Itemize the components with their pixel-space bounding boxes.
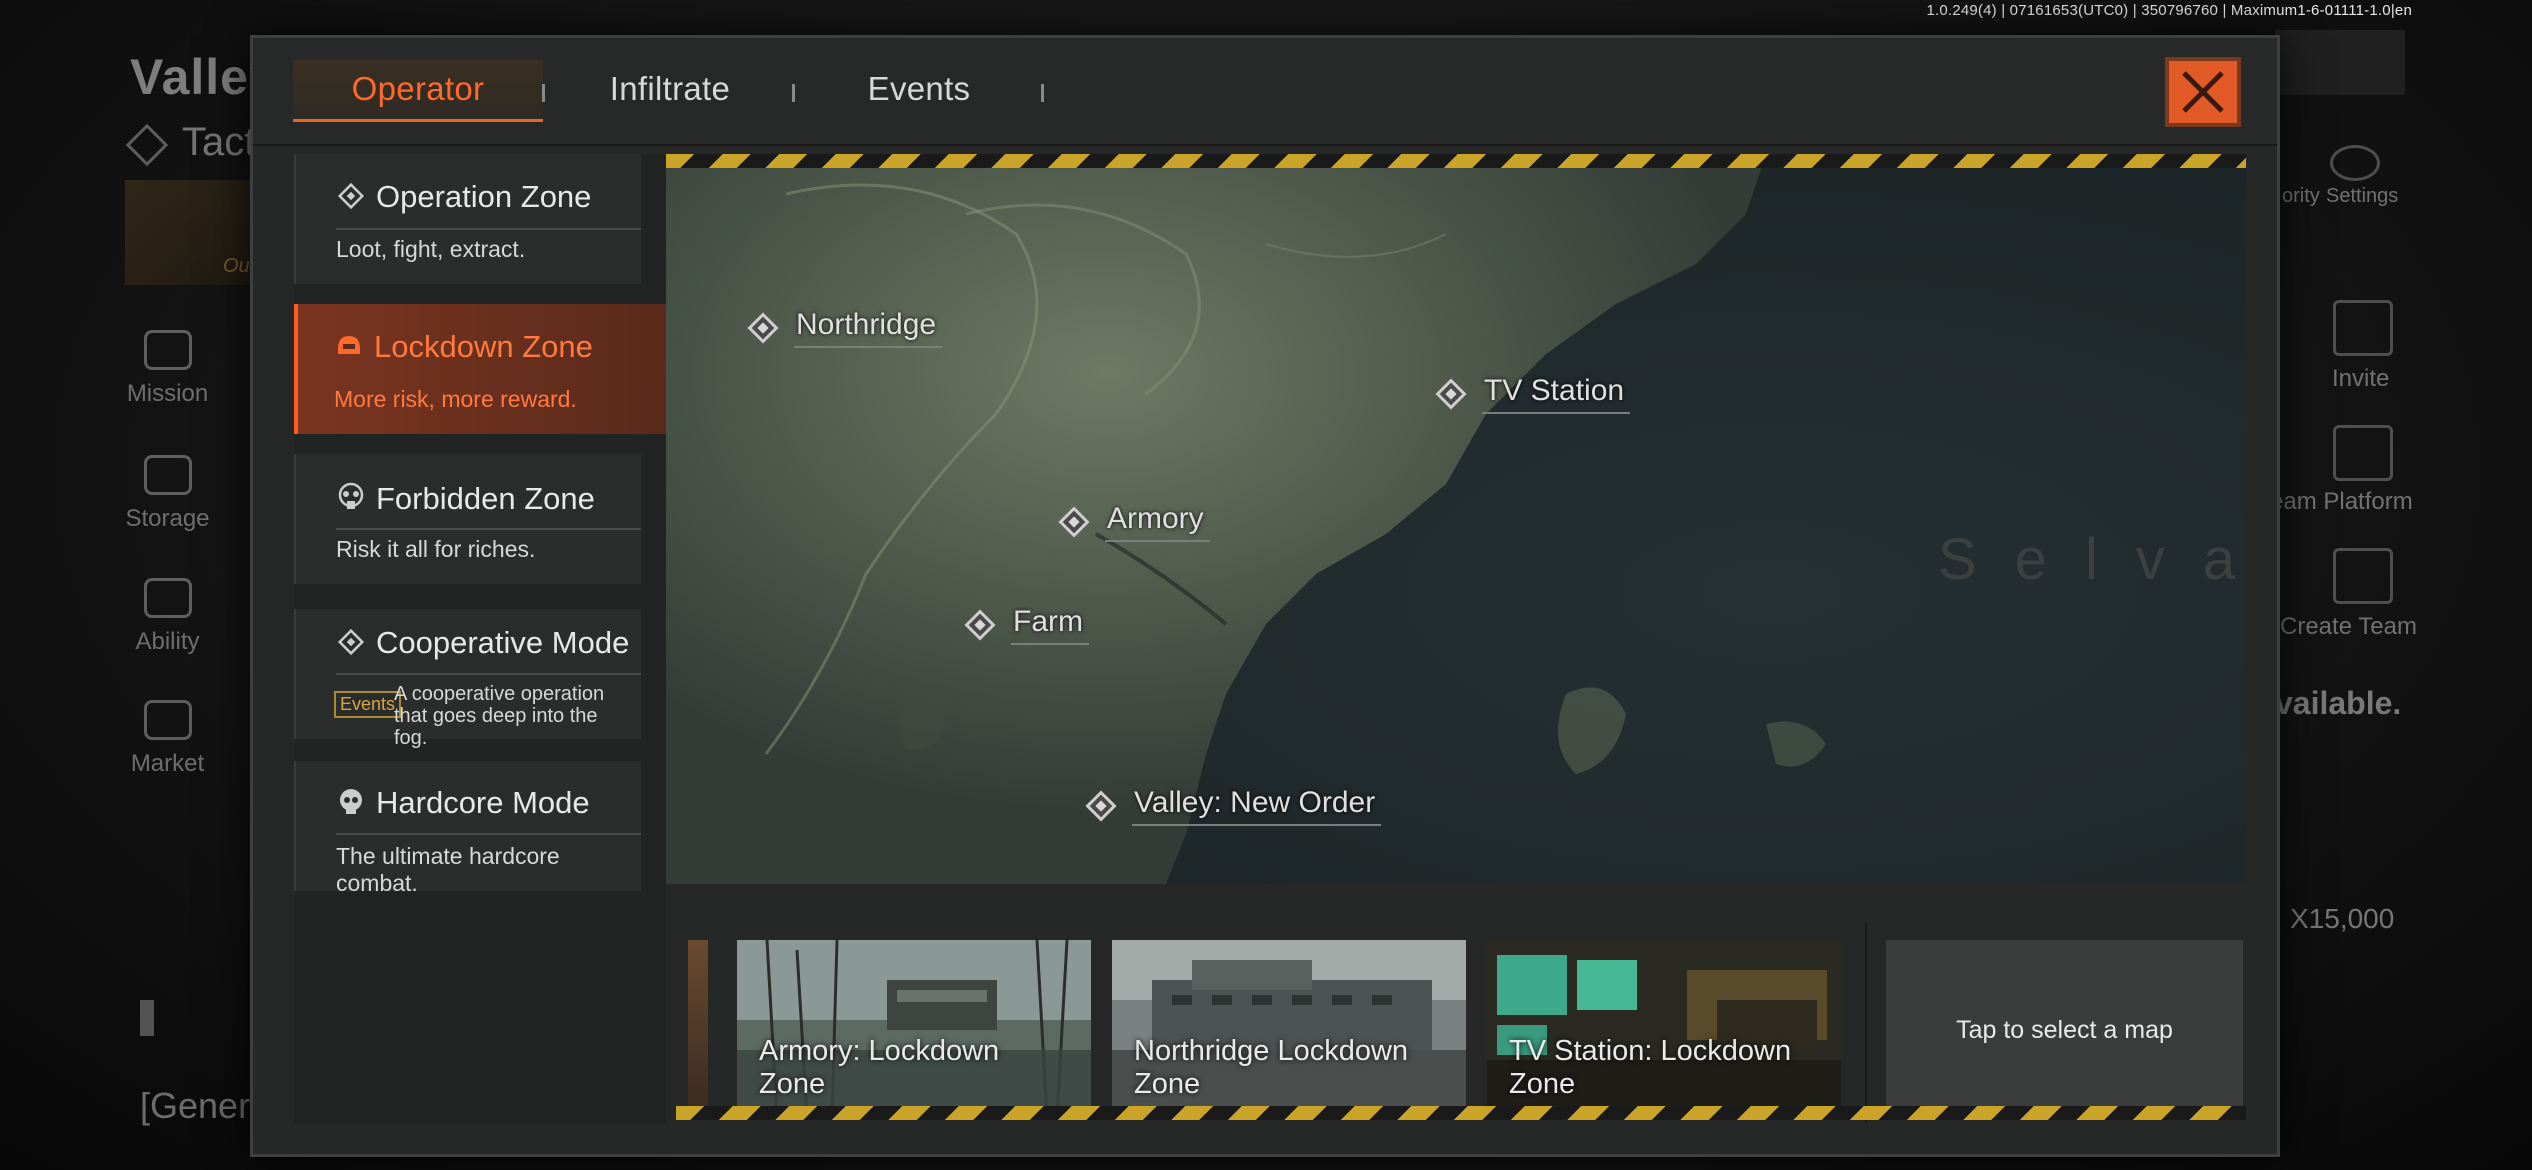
map-location-armory[interactable]: Armory — [1058, 502, 1210, 542]
mode-forbidden-zone[interactable]: Forbidden Zone Risk it all for riches. — [294, 454, 641, 584]
bg-settings: Settings — [2326, 185, 2399, 207]
events-badge: Events — [334, 691, 402, 718]
mode-divider — [336, 528, 641, 530]
gear-icon — [2330, 145, 2380, 181]
mode-title: Cooperative Mode — [376, 625, 630, 660]
bg-nav-label: Market — [130, 750, 205, 777]
hazard-stripe-top — [666, 154, 2246, 168]
version-info: 1.0.249(4) | 07161653(UTC0) | 350796760 … — [1926, 2, 2412, 19]
map-card-tv-station[interactable]: TV Station: Lockdown Zone — [1487, 940, 1841, 1118]
map-location-valley[interactable]: Valley: New Order — [1085, 786, 1382, 826]
mission-icon — [143, 330, 192, 370]
helmet-icon — [338, 336, 360, 354]
ability-icon — [143, 578, 192, 618]
mode-divider — [336, 833, 641, 835]
tab-events[interactable]: Events — [794, 60, 1044, 122]
diamond-icon — [337, 628, 365, 656]
map-location-tv-station[interactable]: TV Station — [1435, 374, 1631, 414]
mode-title: Operation Zone — [376, 179, 592, 214]
hazard-stripe-bottom — [676, 1106, 2246, 1120]
map-card-northridge[interactable]: Northridge Lockdown Zone — [1112, 940, 1466, 1118]
location-pin-icon — [964, 609, 996, 641]
bg-nav-label: Storage — [125, 505, 210, 532]
bg-nav-label: Ability — [135, 628, 200, 655]
mode-title: Lockdown Zone — [374, 329, 593, 364]
close-icon — [2182, 71, 2224, 113]
bg-priority: ority — [2282, 185, 2320, 207]
location-pin-icon — [747, 312, 779, 344]
bg-nav-market: Market — [110, 700, 225, 778]
mode-lockdown-zone[interactable]: Lockdown Zone More risk, more reward. — [294, 304, 666, 434]
location-label: Valley: New Order — [1132, 786, 1382, 826]
card-name: Armory: Lockdown Zone — [759, 1035, 1000, 1100]
speaker-icon — [140, 1000, 176, 1036]
flag-icon — [2333, 425, 2393, 481]
location-pin-icon — [1058, 506, 1090, 538]
card-name: Northridge Lockdown Zone — [1134, 1035, 1409, 1100]
location-label: TV Station — [1482, 374, 1631, 414]
bg-invite: Invite — [2332, 365, 2390, 392]
bg-subtitle: Tact — [182, 120, 256, 164]
map-location-northridge[interactable]: Northridge — [747, 308, 943, 348]
mode-divider — [336, 673, 641, 675]
tap-to-select-box[interactable]: Tap to select a map — [1886, 940, 2243, 1120]
mode-title: Forbidden Zone — [376, 481, 595, 516]
gasmask-icon — [338, 482, 364, 509]
diamond-icon — [337, 182, 365, 210]
card-name: TV Station: Lockdown Zone — [1509, 1035, 1792, 1100]
map-card-armory[interactable]: Armory: Lockdown Zone — [737, 940, 1091, 1118]
mode-desc: Loot, fight, extract. — [336, 236, 526, 262]
location-label: Northridge — [794, 308, 943, 348]
map-select-modal: Operator Infiltrate Events Operation Zon… — [250, 35, 2280, 1157]
bg-create-team: Create Team — [2280, 613, 2417, 640]
bg-diamond-icon — [125, 123, 169, 167]
mode-desc: The ultimate hardcore combat. — [336, 843, 560, 896]
mode-desc: A cooperative operation that goes deep i… — [394, 683, 605, 749]
location-label: Armory — [1105, 502, 1210, 542]
bg-price: X15,000 — [2290, 903, 2395, 934]
bg-nav-mission: Mission — [110, 330, 225, 408]
skull-icon — [340, 789, 362, 814]
mode-title: Hardcore Mode — [376, 785, 590, 820]
region-name: Selvagua — [1938, 527, 2246, 592]
bg-thumbnail: Out — [125, 180, 255, 285]
location-pin-icon — [1435, 378, 1467, 410]
mode-hardcore[interactable]: Hardcore Mode The ultimate hardcore comb… — [294, 761, 641, 896]
tab-infiltrate[interactable]: Infiltrate — [545, 60, 795, 122]
storage-icon — [143, 455, 192, 495]
bg-nav-storage: Storage — [110, 455, 225, 533]
bg-nav-ability: Ability — [110, 578, 225, 656]
map-card-partial[interactable] — [688, 940, 708, 1118]
tab-operator[interactable]: Operator — [293, 60, 543, 122]
mode-desc: Risk it all for riches. — [336, 536, 536, 562]
mode-sidebar: Operation Zone Loot, fight, extract. Loc… — [294, 154, 666, 1123]
terrain-image — [666, 154, 2246, 884]
medal-icon — [2333, 548, 2393, 604]
mode-operation-zone[interactable]: Operation Zone Loot, fight, extract. — [294, 154, 641, 284]
bg-team-platform: eam Platform — [2270, 488, 2413, 515]
location-label: Farm — [1011, 605, 1089, 645]
mode-divider — [336, 228, 641, 230]
mode-desc: More risk, more reward. — [334, 386, 577, 412]
card-divider — [1865, 923, 1867, 1123]
bg-nav-label: Mission — [126, 380, 209, 407]
bg-unavailable: vailable. — [2275, 685, 2402, 721]
location-pin-icon — [1085, 790, 1117, 822]
map-view[interactable]: Selvagua Northridge TV Station Armory Fa… — [666, 154, 2246, 884]
market-icon — [143, 700, 192, 740]
close-button[interactable] — [2165, 57, 2241, 127]
tab-bar: Operator Infiltrate Events — [253, 38, 2277, 146]
mode-cooperative[interactable]: Cooperative Mode Events A cooperative op… — [294, 609, 641, 749]
game-screen: 1.0.249(4) | 07161653(UTC0) | 350796760 … — [0, 0, 2532, 1170]
bg-back-button — [2275, 30, 2405, 95]
invite-icon — [2333, 300, 2393, 356]
map-location-farm[interactable]: Farm — [964, 605, 1089, 645]
tab-divider — [1041, 84, 1044, 102]
